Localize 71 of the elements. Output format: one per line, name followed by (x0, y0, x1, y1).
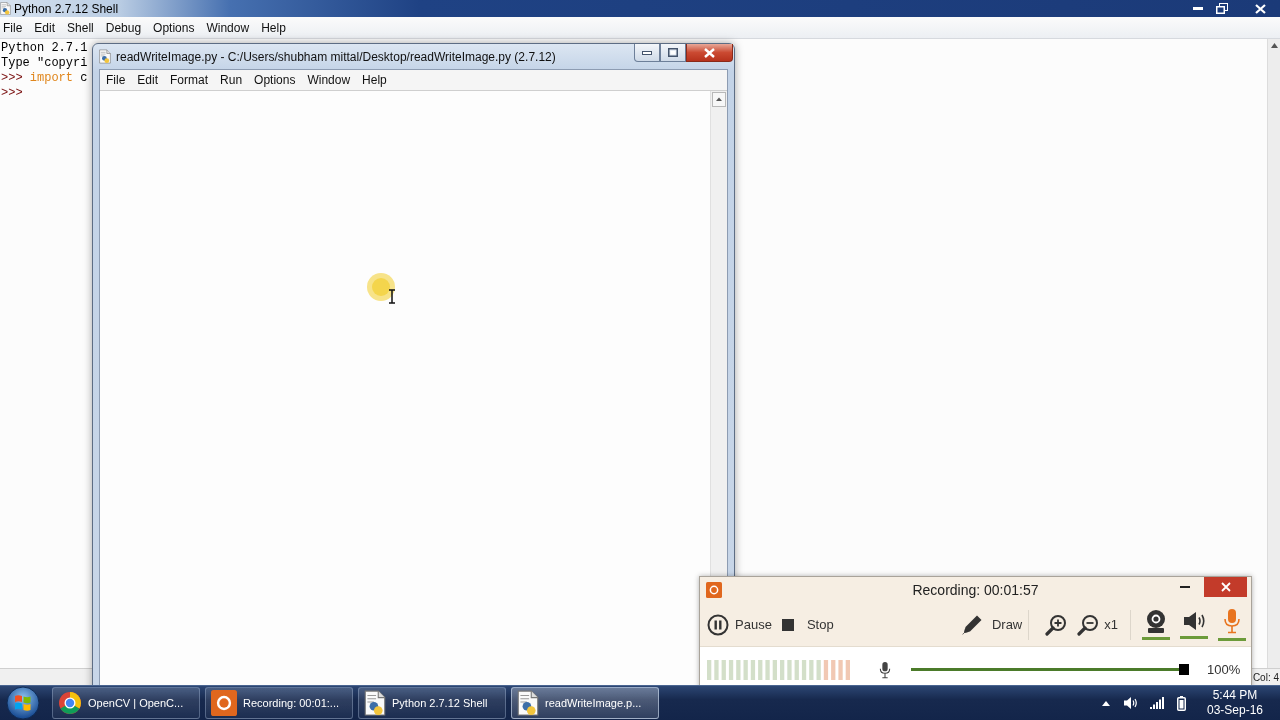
minimize-icon (1193, 7, 1203, 10)
close-button[interactable] (686, 44, 733, 62)
minimize-icon (642, 50, 652, 55)
scrollbar[interactable] (1267, 39, 1280, 668)
shell-line: Type "copyri (1, 56, 88, 71)
document-icon (99, 49, 111, 64)
close-icon (704, 47, 715, 58)
menu-item[interactable]: Options (147, 20, 201, 35)
menu-item[interactable]: Shell (61, 20, 100, 35)
menu-item[interactable]: Window (301, 73, 357, 87)
draw-button[interactable]: Draw (959, 612, 1023, 637)
menu-item[interactable]: File (0, 20, 29, 35)
caret-up-icon (1102, 700, 1110, 706)
zoom-out-button[interactable] (1077, 613, 1100, 636)
app-icon (0, 2, 11, 15)
restore-icon (1216, 3, 1228, 14)
shell-line: Python 2.7.1 (1, 41, 88, 56)
minimize-button[interactable] (634, 44, 660, 62)
menu-item[interactable]: Window (200, 20, 256, 35)
window-title: readWriteImage.py - C:/Users/shubham mittal/Desktop/readWriteImage.py (2.7.12) (116, 49, 556, 64)
cursor-highlight-icon (366, 272, 398, 306)
maximize-button[interactable] (660, 44, 686, 62)
taskbar-button[interactable]: Python 2.7.12 Shell (358, 687, 506, 719)
speaker-toggle[interactable] (1180, 610, 1208, 639)
round-logo-icon (58, 691, 82, 715)
zoom-level: x1 (1104, 617, 1118, 632)
recording-timer: Recording: 00:01:57 (912, 582, 1039, 598)
signal-bars-icon (1150, 697, 1164, 709)
stop-icon (781, 618, 794, 631)
menu-item[interactable]: File (100, 73, 132, 87)
microphone-toggle[interactable] (1218, 608, 1246, 641)
document-icon (517, 690, 539, 716)
stop-button[interactable]: Stop (781, 617, 834, 632)
clock-date: 03-Sep-16 (1206, 703, 1263, 718)
shell-line: >>> (1, 86, 23, 101)
audio-meter-icon (707, 659, 853, 680)
clock[interactable]: 5:44 PM 03-Sep-16 (1206, 688, 1264, 718)
close-icon (1220, 582, 1231, 592)
menu-item[interactable]: Format (164, 73, 215, 87)
slider-thumb[interactable] (1179, 664, 1189, 675)
menu-item[interactable]: Options (248, 73, 302, 87)
zoom-in-icon (1045, 613, 1068, 636)
volume-reading: 100% (1207, 662, 1241, 677)
menu-item[interactable]: Help (255, 20, 292, 35)
shell-line: >>> import c (1, 71, 88, 86)
menu-item[interactable]: Edit (28, 20, 62, 35)
flag-orb-icon (6, 686, 40, 720)
zoom-in-button[interactable] (1045, 613, 1068, 636)
minimize-icon (1180, 586, 1190, 588)
menu-item[interactable]: Help (356, 73, 393, 87)
pause-button[interactable]: Pause (707, 613, 772, 636)
clock-time: 5:44 PM (1212, 688, 1258, 703)
taskbar-button[interactable]: readWriteImage.p... (511, 687, 659, 719)
close-icon (1254, 3, 1266, 14)
scroll-up-icon (1270, 43, 1278, 48)
taskbar-button[interactable]: OpenCV | OpenC... (52, 687, 200, 719)
menu-item[interactable]: Debug (99, 20, 148, 35)
maximize-icon (668, 48, 678, 57)
taskbar-button[interactable]: Recording: 00:01:... (205, 687, 353, 719)
battery-icon (1177, 695, 1186, 711)
window-title: Python 2.7.12 Shell (14, 1, 119, 16)
volume-icon (1123, 696, 1137, 710)
menu-item[interactable]: Edit (131, 73, 165, 87)
record-icon (706, 582, 722, 598)
zoom-out-icon (1077, 613, 1100, 636)
webcam-toggle[interactable] (1142, 609, 1170, 640)
pause-icon (707, 613, 729, 636)
menu-item[interactable]: Run (214, 73, 249, 87)
document-icon (364, 690, 386, 716)
record-icon (211, 690, 237, 716)
column-indicator: Col: 4 (1252, 671, 1280, 683)
